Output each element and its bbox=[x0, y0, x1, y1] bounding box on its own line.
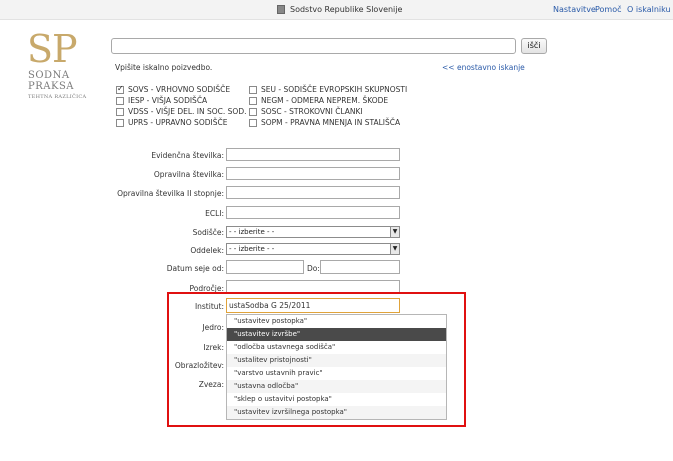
search-button[interactable]: išči bbox=[521, 38, 547, 54]
datum-od-input[interactable] bbox=[226, 260, 304, 274]
checkbox-sovs[interactable] bbox=[116, 84, 124, 94]
autocomplete-item[interactable]: "odločba ustavnega sodišča" bbox=[227, 341, 446, 354]
label-oddelek: Oddelek: bbox=[190, 246, 224, 255]
logo-line-2: PRAKSA bbox=[28, 81, 75, 92]
autocomplete-item[interactable]: "sklep o ustavitvi postopka" bbox=[227, 393, 446, 406]
label-evidencna: Evidenčna številka: bbox=[151, 151, 224, 160]
settings-link[interactable]: Nastavitve bbox=[553, 5, 596, 14]
autocomplete-item[interactable]: "ustalitev pristojnosti" bbox=[227, 354, 446, 367]
label-ecli: ECLI: bbox=[205, 209, 224, 218]
ecli-input[interactable] bbox=[226, 206, 400, 219]
checkbox-negm[interactable] bbox=[249, 97, 257, 105]
chevron-down-icon: ▼ bbox=[390, 227, 399, 237]
checkbox-uprs[interactable] bbox=[116, 119, 124, 127]
autocomplete-item-selected[interactable]: "ustavitev izvršbe" bbox=[227, 328, 446, 341]
checkbox-label-iesp: IESP - VIŠJA SODIŠČA bbox=[128, 96, 208, 105]
top-bar: Sodstvo Republike Slovenije Nastavitve P… bbox=[0, 0, 673, 20]
checkbox-iesp[interactable] bbox=[116, 97, 124, 105]
label-opravilna: Opravilna številka: bbox=[153, 170, 224, 179]
label-institut: Institut: bbox=[194, 302, 224, 311]
autocomplete-item[interactable]: "ustavitev izvršilnega postopka" bbox=[227, 406, 446, 419]
checkbox-label-negm: NEGM - ODMERA NEPREM. ŠKODE bbox=[261, 96, 389, 105]
label-jedro: Jedro: bbox=[202, 323, 224, 332]
sodisce-select-value: - - izberite - - bbox=[229, 228, 275, 236]
label-izrek: Izrek: bbox=[203, 343, 224, 352]
checkbox-seu[interactable] bbox=[249, 86, 257, 94]
logo-line-1: SODNA bbox=[28, 70, 70, 81]
label-obrazlozitev: Obrazložitev: bbox=[174, 361, 224, 370]
about-link[interactable]: O iskalniku bbox=[627, 5, 671, 14]
checkbox-label-vdss: VDSS - VIŠJE DEL. IN SOC. SOD. bbox=[128, 107, 247, 116]
label-zveza: Zveza: bbox=[198, 380, 224, 389]
chevron-down-icon: ▼ bbox=[390, 244, 399, 254]
court-title: Sodstvo Republike Slovenije bbox=[290, 5, 403, 14]
simple-search-link[interactable]: << enostavno iskanje bbox=[442, 63, 525, 72]
checkbox-vdss[interactable] bbox=[116, 108, 124, 116]
checkbox-label-sosc: SOSC - STROKOVNI ČLANKI bbox=[261, 107, 363, 116]
logo-tagline: TEHTNA RAZLIČICA bbox=[28, 94, 87, 100]
checkbox-label-sovs: SOVS - VRHOVNO SODIŠČE bbox=[128, 85, 231, 94]
label-opravilna-2: Opravilna številka II stopnje: bbox=[117, 189, 224, 198]
checkbox-label-uprs: UPRS - UPRAVNO SODIŠČE bbox=[128, 118, 228, 127]
opravilna-input[interactable] bbox=[226, 167, 400, 180]
checkbox-sopm[interactable] bbox=[249, 119, 257, 127]
oddelek-select[interactable]: - - izberite - - ▼ bbox=[226, 243, 400, 255]
autocomplete-item[interactable]: "ustavitev postopka" bbox=[227, 315, 446, 328]
checkbox-sosc[interactable] bbox=[249, 108, 257, 116]
autocomplete-item[interactable]: "ustavna odločba" bbox=[227, 380, 446, 393]
autocomplete-item[interactable]: "varstvo ustavnih pravic" bbox=[227, 367, 446, 380]
help-link[interactable]: Pomoč bbox=[595, 5, 622, 14]
search-input[interactable] bbox=[111, 38, 516, 54]
sodisce-select[interactable]: - - izberite - - ▼ bbox=[226, 226, 400, 238]
institut-input[interactable]: ustaSodba G 25/2011 bbox=[226, 298, 400, 313]
label-datum-od: Datum seje od: bbox=[166, 264, 224, 273]
label-do: Do: bbox=[307, 264, 320, 273]
checkbox-label-seu: SEU - SODIŠČE EVROPSKIH SKUPNOSTI bbox=[261, 85, 408, 94]
label-sodisce: Sodišče: bbox=[192, 228, 224, 237]
opravilna-2-input[interactable] bbox=[226, 186, 400, 199]
oddelek-select-value: - - izberite - - bbox=[229, 245, 275, 253]
autocomplete-list: "ustavitev postopka" "ustavitev izvršbe"… bbox=[226, 314, 447, 420]
search-hint: Vpišite iskalno poizvedbo. bbox=[115, 63, 213, 72]
evidencna-input[interactable] bbox=[226, 148, 400, 161]
logo-initials: SP bbox=[27, 27, 78, 71]
checkbox-label-sopm: SOPM - PRAVNA MNENJA IN STALIŠČA bbox=[261, 118, 401, 127]
datum-do-input[interactable] bbox=[320, 260, 400, 274]
court-emblem-icon bbox=[277, 5, 285, 14]
